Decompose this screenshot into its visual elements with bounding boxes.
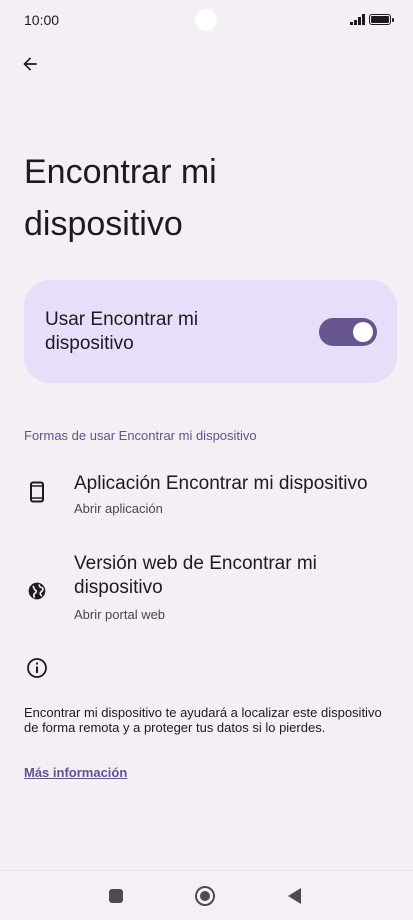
list-item-web[interactable]: Versión web de Encontrar mi dispositivo … [0,552,413,626]
section-header: Formas de usar Encontrar mi dispositivo [24,428,257,443]
status-time: 10:00 [24,12,60,28]
toggle-knob [353,322,373,342]
list-item-subtitle: Abrir portal web [74,607,166,622]
back-button[interactable] [14,48,46,80]
toggle-switch[interactable] [319,318,377,346]
toggle-label: Usar Encontrar mi dispositivo [45,309,199,354]
list-item-subtitle: Abrir aplicación [74,501,163,516]
navigation-bar [0,870,413,920]
list-item-app[interactable]: Aplicación Encontrar mi dispositivo Abri… [0,470,413,520]
triangle-back-icon[interactable] [288,888,301,904]
phone-icon [26,481,48,503]
square-icon[interactable] [109,889,123,903]
info-text: Encontrar mi dispositivo te ayudará a lo… [24,705,382,735]
battery-icon [369,13,394,25]
arrow-left-icon [23,57,37,71]
camera-cutout [195,9,217,31]
list-item-title: Aplicación Encontrar mi dispositivo [74,473,368,494]
globe-icon [26,580,48,602]
use-find-my-device-toggle-card[interactable]: Usar Encontrar mi dispositivo [24,280,397,383]
learn-more-link[interactable]: Más información [24,765,127,780]
page-title: Encontrar mi dispositivo [24,153,217,243]
status-bar: 10:00 [0,0,413,40]
status-icons [350,13,394,25]
circle-icon[interactable] [195,886,215,906]
list-item-title: Versión web de Encontrar mi dispositivo [74,553,317,598]
info-icon [26,657,48,679]
signal-icon [350,13,365,25]
